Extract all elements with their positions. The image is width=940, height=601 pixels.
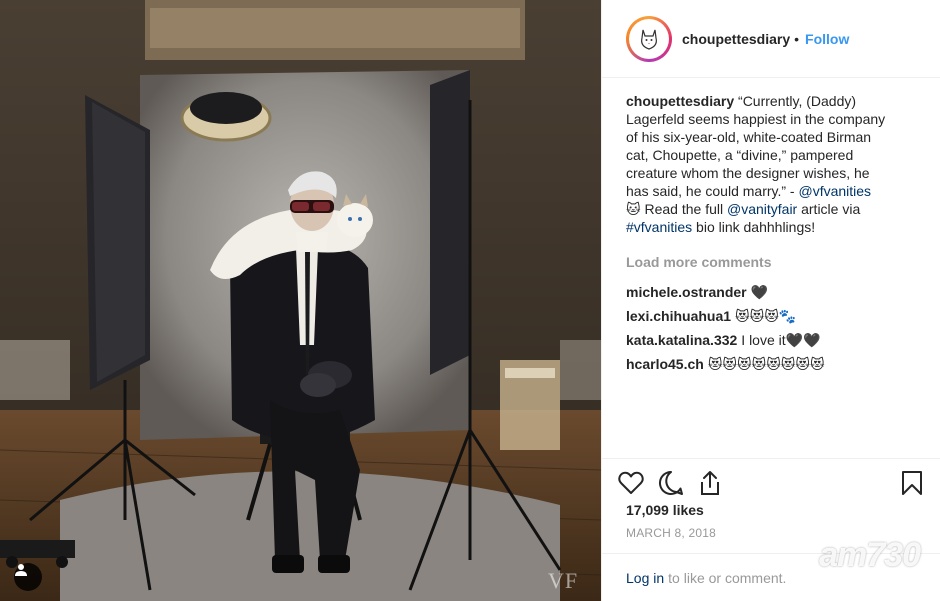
user-tag-icon (15, 564, 27, 576)
caption-username[interactable]: choupettesdiary (626, 93, 734, 109)
comment-username[interactable]: kata.katalina.332 (626, 332, 737, 348)
comment-text: 🖤 (750, 284, 769, 300)
post-photo[interactable]: VF (0, 0, 601, 601)
comment-button[interactable] (658, 463, 698, 503)
save-button[interactable] (901, 463, 925, 503)
post-details-panel: choupettesdiary • Follow choupettesdiary… (601, 0, 940, 601)
action-bar (602, 458, 940, 506)
comment-username[interactable]: lexi.chihuahua1 (626, 308, 731, 324)
hashtag-vfvanities[interactable]: #vfvanities (626, 219, 692, 235)
cat-avatar-icon (641, 29, 657, 50)
author-avatar[interactable] (626, 15, 672, 62)
caption-text-3: article via (797, 201, 861, 217)
header-separator: • (794, 30, 800, 47)
caption-text-2: 🐱 Read the full (626, 201, 727, 217)
share-button[interactable] (698, 463, 738, 503)
user-tag-button[interactable] (14, 563, 42, 591)
speech-bubble-icon (659, 470, 683, 495)
post-caption: choupettesdiary “Currently, (Daddy) Lage… (626, 92, 888, 236)
mention-vanityfair[interactable]: @vanityfair (727, 201, 797, 217)
post-date: MARCH 8, 2018 (626, 526, 716, 540)
comment-text: 😻😻😻🐾 (735, 308, 797, 324)
comment-item: michele.ostrander 🖤 (626, 280, 888, 304)
comment-username[interactable]: michele.ostrander (626, 284, 747, 300)
comment-item: hcarlo45.ch 😻😻😻😻😻😻😻😻 (626, 352, 888, 376)
magazine-watermark: VF (548, 568, 579, 593)
mention-vfvanities[interactable]: @vfvanities (798, 183, 871, 199)
load-more-comments-button[interactable]: Load more comments (626, 244, 888, 280)
bookmark-icon (902, 470, 922, 495)
comment-item: kata.katalina.332 I love it🖤🖤 (626, 328, 888, 352)
login-link[interactable]: Log in (626, 570, 664, 586)
site-watermark: am730 (819, 536, 921, 574)
caption-text-4: bio link dahhhlings! (692, 219, 816, 235)
author-username[interactable]: choupettesdiary (682, 31, 790, 47)
photo-illustration (0, 0, 601, 601)
comments-list: choupettesdiary “Currently, (Daddy) Lage… (626, 92, 888, 376)
follow-button[interactable]: Follow (805, 31, 849, 47)
heart-outline-icon (618, 471, 644, 494)
share-upload-icon (701, 470, 719, 495)
likes-count[interactable]: 17,099 likes (626, 502, 704, 518)
post-header: choupettesdiary • Follow (602, 0, 940, 78)
like-button[interactable] (618, 463, 658, 503)
comment-text: I love it🖤🖤 (741, 332, 821, 348)
login-prompt-text: to like or comment. (668, 569, 787, 586)
comment-text: 😻😻😻😻😻😻😻😻 (707, 356, 825, 372)
comment-item: lexi.chihuahua1 😻😻😻🐾 (626, 304, 888, 328)
comment-username[interactable]: hcarlo45.ch (626, 356, 704, 372)
